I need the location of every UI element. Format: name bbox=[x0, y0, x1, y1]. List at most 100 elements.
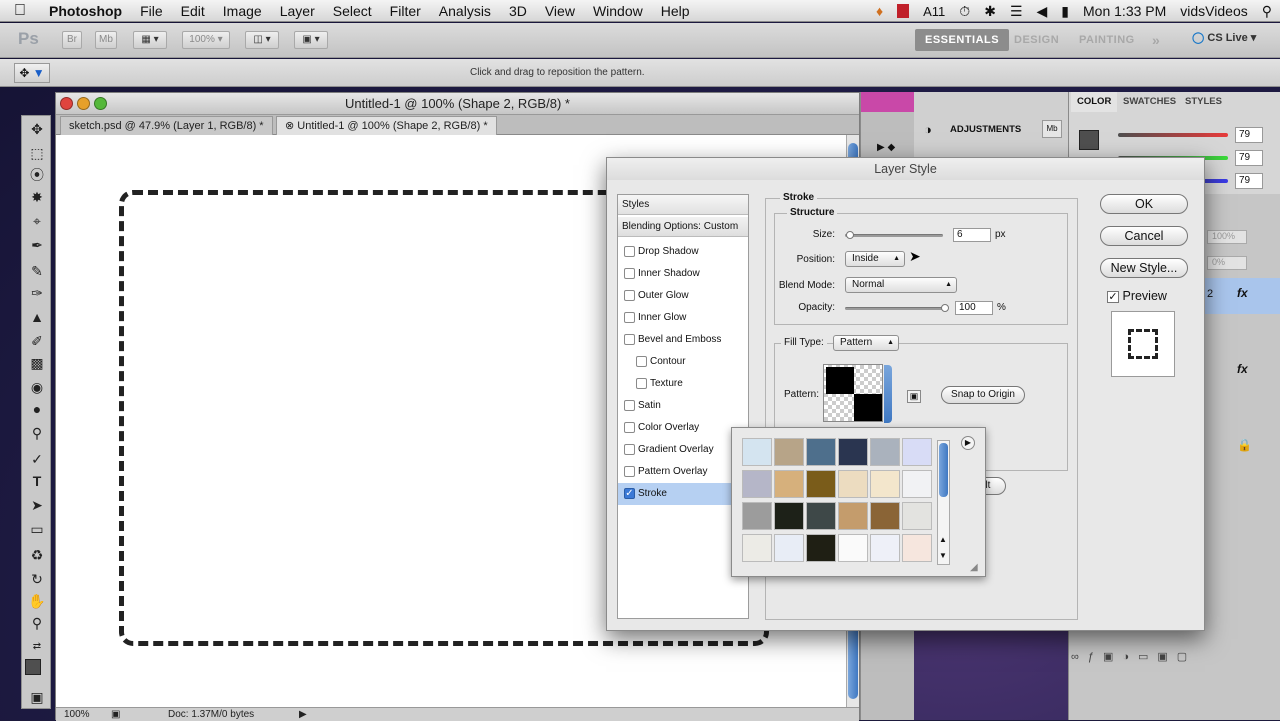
menu-view[interactable]: View bbox=[536, 3, 584, 19]
menu-select[interactable]: Select bbox=[324, 3, 381, 19]
marquee-tool-icon[interactable]: ⬚ bbox=[27, 144, 47, 162]
document-info[interactable]: Doc: 1.37M/0 bytes bbox=[168, 708, 254, 721]
resize-grip-icon[interactable]: ◢ bbox=[970, 562, 978, 573]
ok-button[interactable]: OK bbox=[1100, 194, 1188, 214]
more-workspaces-icon[interactable]: » bbox=[1142, 29, 1170, 51]
pattern-swatch-cell[interactable] bbox=[870, 502, 900, 530]
pattern-swatch-cell[interactable] bbox=[902, 438, 932, 466]
blue-value[interactable]: 79 bbox=[1235, 173, 1263, 189]
adjustments-tab[interactable]: ADJUSTMENTS bbox=[950, 124, 1021, 135]
lock-icon[interactable]: 🔒 bbox=[1237, 438, 1252, 452]
pattern-swatch-cell[interactable] bbox=[902, 470, 932, 498]
bluetooth-icon[interactable]: ✱ bbox=[984, 3, 996, 20]
pattern-swatch-cell[interactable] bbox=[742, 470, 772, 498]
pattern-swatch-cell[interactable] bbox=[774, 534, 804, 562]
pattern-swatch-cell[interactable] bbox=[870, 534, 900, 562]
menu-file[interactable]: File bbox=[131, 3, 172, 19]
path-selection-tool-icon[interactable]: ➤ bbox=[27, 496, 47, 514]
hand-tool-icon[interactable]: ✋ bbox=[27, 592, 47, 610]
effect-drop-shadow[interactable]: Drop Shadow bbox=[618, 241, 748, 263]
clone-stamp-tool-icon[interactable]: ▲ bbox=[27, 308, 47, 326]
layer-row-shape-2[interactable]: 2 fx bbox=[1199, 278, 1280, 314]
screen-mode-button[interactable]: ▣ ▾ bbox=[294, 31, 328, 49]
menu-window[interactable]: Window bbox=[584, 3, 652, 19]
opacity-slider-knob[interactable] bbox=[941, 304, 949, 312]
effect-checkbox[interactable] bbox=[636, 356, 647, 367]
status-lock-icon[interactable]: ▣ bbox=[111, 708, 120, 721]
pattern-swatch-cell[interactable] bbox=[774, 438, 804, 466]
effect-checkbox[interactable] bbox=[624, 466, 635, 477]
shape-tool-icon[interactable]: ▭ bbox=[27, 520, 47, 538]
volume-icon[interactable]: ◀ bbox=[1037, 3, 1048, 20]
layer-effects-icon[interactable]: fx bbox=[1237, 362, 1248, 376]
blend-mode-select[interactable]: Normal ▲ bbox=[845, 277, 957, 293]
pattern-swatch-cell[interactable] bbox=[902, 502, 932, 530]
arrange-documents-button[interactable]: ◫ ▾ bbox=[245, 31, 279, 49]
wifi-icon[interactable]: ☰ bbox=[1010, 3, 1023, 20]
status-text-icon[interactable]: A11 bbox=[923, 4, 945, 19]
effect-pattern-overlay[interactable]: Pattern Overlay bbox=[618, 461, 748, 483]
picker-menu-arrow-icon[interactable]: ▶ bbox=[961, 436, 975, 450]
effect-checkbox[interactable] bbox=[624, 422, 635, 433]
close-tab-icon[interactable]: ⊗ bbox=[285, 120, 294, 132]
workspace-design[interactable]: DESIGN bbox=[1004, 29, 1069, 51]
pattern-swatch-cell[interactable] bbox=[870, 438, 900, 466]
3d-rotate-tool-icon[interactable]: ♻ bbox=[27, 546, 47, 564]
effect-checkbox[interactable] bbox=[624, 312, 635, 323]
adjustments-icon[interactable]: ◑ bbox=[924, 122, 932, 137]
pen-tool-icon[interactable]: ✓ bbox=[27, 450, 47, 468]
effect-outer-glow[interactable]: Outer Glow bbox=[618, 285, 748, 307]
paint-bucket-tool-icon[interactable]: ◉ bbox=[27, 378, 47, 396]
crop-tool-icon[interactable]: ⌖ bbox=[27, 212, 47, 230]
effect-checkbox[interactable] bbox=[624, 246, 635, 257]
workspace-painting[interactable]: PAINTING bbox=[1069, 29, 1145, 51]
position-select[interactable]: Inside ▲ bbox=[845, 251, 905, 267]
new-preset-icon[interactable]: ▣ bbox=[907, 390, 921, 403]
effect-texture[interactable]: Texture bbox=[618, 373, 748, 395]
scroll-down-arrow-icon[interactable]: ▼ bbox=[939, 551, 947, 560]
size-slider[interactable] bbox=[845, 231, 943, 239]
effect-bevel-emboss[interactable]: Bevel and Emboss bbox=[618, 329, 748, 351]
effect-contour[interactable]: Contour bbox=[618, 351, 748, 373]
menu-help[interactable]: Help bbox=[652, 3, 699, 19]
zoom-readout[interactable]: 100% bbox=[64, 708, 90, 721]
pattern-picker-scrollbar[interactable]: ▲ ▼ bbox=[937, 440, 950, 565]
effect-checkbox[interactable] bbox=[624, 290, 635, 301]
pattern-swatch-cell[interactable] bbox=[742, 438, 772, 466]
lasso-tool-icon[interactable]: ⦿ bbox=[27, 166, 47, 184]
pattern-swatch-cell[interactable] bbox=[838, 438, 868, 466]
spotlight-search-icon[interactable]: ⚲ bbox=[1262, 3, 1272, 20]
healing-brush-tool-icon[interactable]: ✎ bbox=[27, 262, 47, 280]
time-machine-icon[interactable]: ⏱ bbox=[959, 3, 970, 20]
effect-checkbox[interactable] bbox=[636, 378, 647, 389]
quick-mask-icon[interactable]: ▣ bbox=[27, 688, 47, 706]
layer-effects-icon[interactable]: fx bbox=[1237, 286, 1248, 300]
effect-checkbox[interactable] bbox=[624, 334, 635, 345]
dialog-title[interactable]: Layer Style bbox=[607, 158, 1204, 180]
dodge-tool-icon[interactable]: ⚲ bbox=[27, 424, 47, 442]
minimize-window-icon[interactable] bbox=[77, 97, 90, 110]
pattern-swatch-cell[interactable] bbox=[742, 534, 772, 562]
snap-to-origin-button[interactable]: Snap to Origin bbox=[941, 386, 1025, 404]
history-brush-tool-icon[interactable]: ✐ bbox=[27, 332, 47, 350]
effect-color-overlay[interactable]: Color Overlay bbox=[618, 417, 748, 439]
menu-edit[interactable]: Edit bbox=[172, 3, 214, 19]
move-tool-icon[interactable]: ✥ bbox=[27, 120, 47, 138]
tab-color[interactable]: COLOR bbox=[1071, 92, 1118, 112]
scroll-up-arrow-icon[interactable]: ▲ bbox=[939, 535, 947, 544]
layer-opacity-field[interactable]: 100% bbox=[1207, 230, 1247, 244]
cancel-button[interactable]: Cancel bbox=[1100, 226, 1188, 246]
pattern-swatch-cell[interactable] bbox=[838, 502, 868, 530]
status-menu-arrow-icon[interactable]: ▶ bbox=[299, 708, 307, 721]
scroll-thumb[interactable] bbox=[939, 443, 948, 497]
pattern-swatch-cell[interactable] bbox=[774, 470, 804, 498]
eraser-tool-icon[interactable]: ▩ bbox=[27, 354, 47, 372]
flame-icon[interactable]: ♦ bbox=[876, 3, 883, 19]
effect-gradient-overlay[interactable]: Gradient Overlay bbox=[618, 439, 748, 461]
menu-app-name[interactable]: Photoshop bbox=[40, 3, 131, 19]
pattern-swatch-cell[interactable] bbox=[870, 470, 900, 498]
menu-analysis[interactable]: Analysis bbox=[430, 3, 500, 19]
brush-tool-icon[interactable]: ✑ bbox=[27, 284, 47, 302]
pattern-swatch-cell[interactable] bbox=[838, 534, 868, 562]
3d-orbit-tool-icon[interactable]: ↻ bbox=[27, 570, 47, 588]
